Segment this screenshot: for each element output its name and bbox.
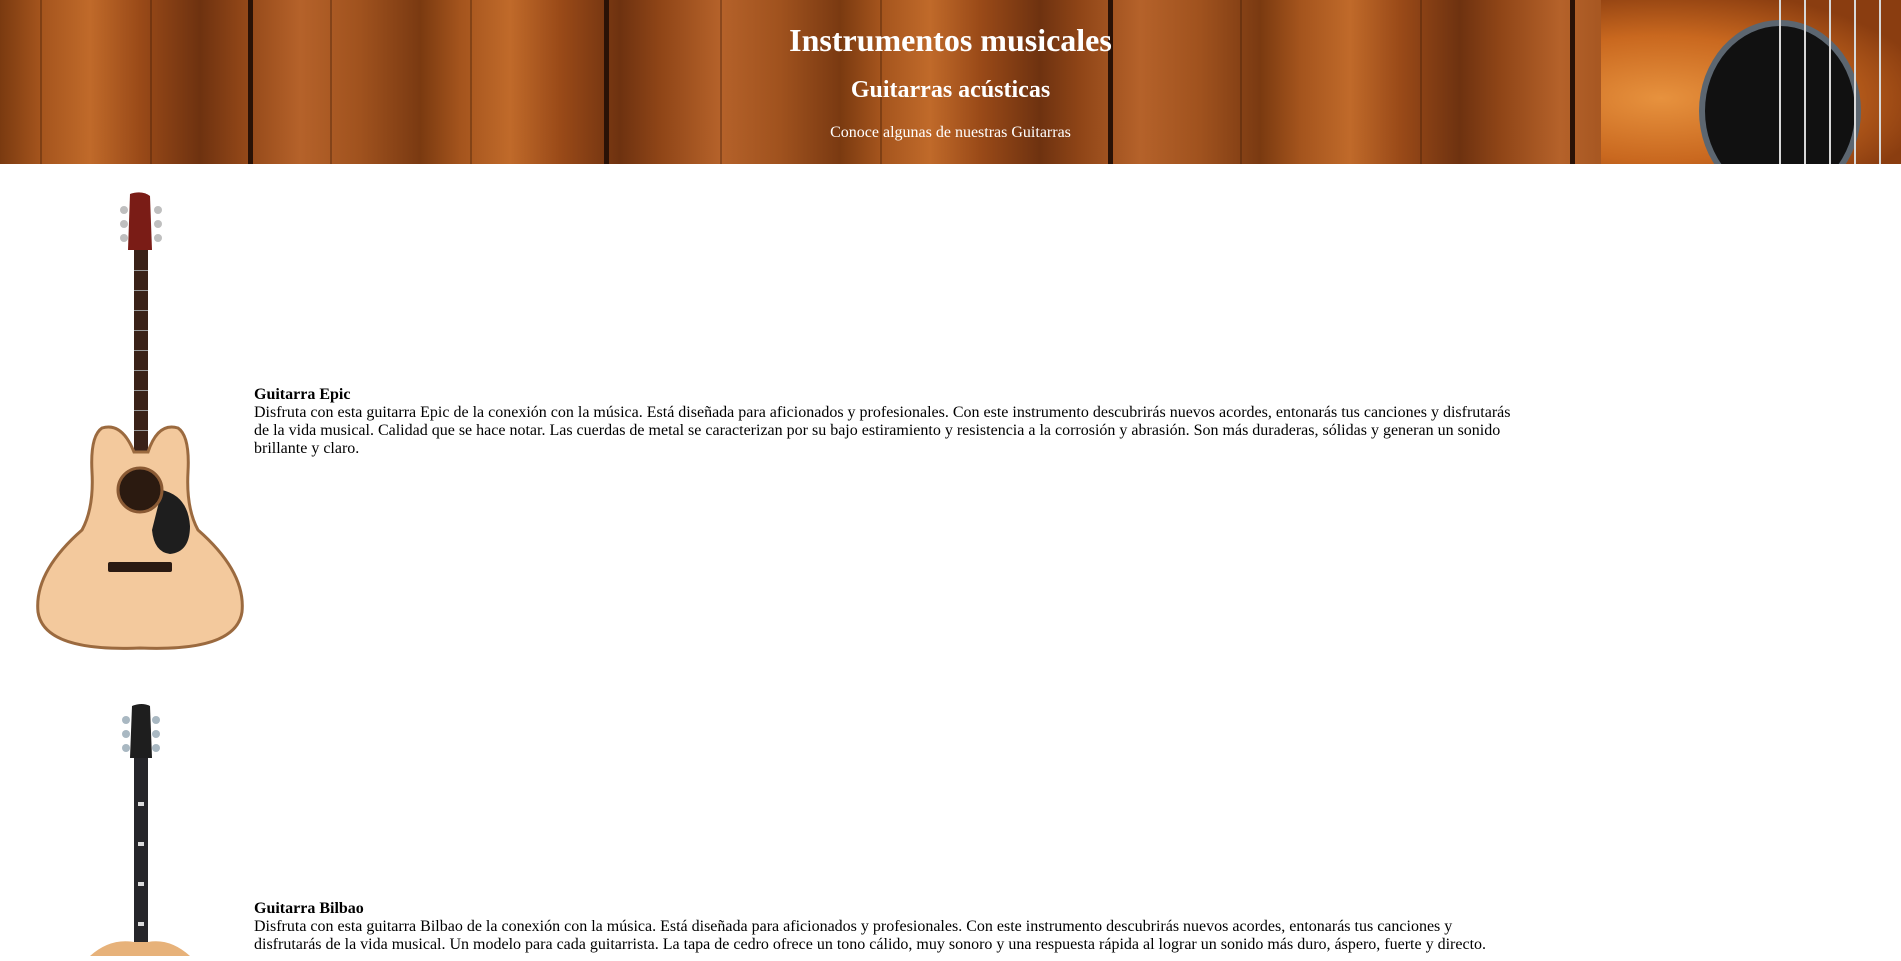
page-subtitle: Guitarras acústicas	[850, 77, 1051, 103]
product-name: Guitarra Epic	[254, 386, 351, 403]
product-details: Guitarra Bilbao Disfruta con esta guitar…	[254, 900, 1514, 954]
product-description: Disfruta con esta guitarra Bilbao de la …	[254, 918, 1487, 953]
guitar-image	[30, 702, 250, 956]
acoustic-guitar-icon	[90, 704, 190, 956]
header-text: Instrumentos musicales Guitarras acústic…	[0, 0, 1901, 142]
acoustic-guitar-icon	[36, 192, 244, 650]
page-header: Instrumentos musicales Guitarras acústic…	[0, 0, 1901, 164]
page-tagline: Conoce algunas de nuestras Guitarras	[830, 124, 1071, 141]
page-title: Instrumentos musicales	[789, 22, 1112, 58]
product-details: Guitarra Epic Disfruta con esta guitarra…	[254, 386, 1514, 458]
product-description: Disfruta con esta guitarra Epic de la co…	[254, 404, 1511, 457]
product-name: Guitarra Bilbao	[254, 900, 364, 917]
guitar-image	[30, 190, 250, 672]
